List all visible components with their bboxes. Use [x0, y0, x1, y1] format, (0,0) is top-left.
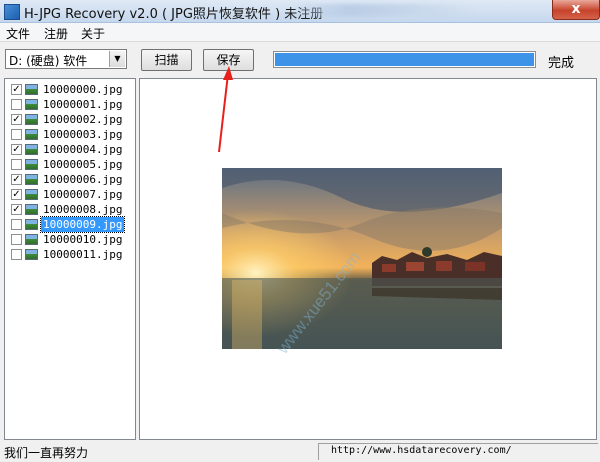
- save-button[interactable]: 保存: [203, 49, 254, 71]
- title-bar: H-JPG Recovery v2.0 ( JPG照片恢复软件 ) 未注册 x: [0, 0, 600, 23]
- file-list-item[interactable]: ✓ 10000002.jpg: [9, 112, 133, 127]
- window-title: H-JPG Recovery v2.0 ( JPG照片恢复软件 ) 未注册: [24, 7, 324, 22]
- file-name: 10000000.jpg: [43, 83, 123, 96]
- image-file-icon: [25, 204, 38, 215]
- image-file-icon: [25, 219, 38, 230]
- blurred-title-region: [286, 4, 476, 17]
- drive-select[interactable]: D: (硬盘) 软件 ▼: [5, 49, 127, 69]
- checkbox[interactable]: [11, 249, 22, 260]
- checkbox[interactable]: ✓: [11, 189, 22, 200]
- status-message: 我们一直再努力: [4, 446, 89, 460]
- chevron-down-icon[interactable]: ▼: [109, 51, 125, 67]
- file-list-item[interactable]: 10000005.jpg: [9, 157, 133, 172]
- file-list-item[interactable]: 10000011.jpg: [9, 247, 133, 262]
- status-label: 完成: [548, 56, 575, 71]
- drive-select-value: D: (硬盘) 软件: [9, 54, 88, 68]
- file-list-item[interactable]: ✓ 10000007.jpg: [9, 187, 133, 202]
- image-file-icon: [25, 99, 38, 110]
- image-file-icon: [25, 159, 38, 170]
- file-list-item[interactable]: 10000009.jpg: [9, 216, 133, 233]
- image-file-icon: [25, 234, 38, 245]
- checkbox[interactable]: [11, 234, 22, 245]
- statusbar-url-panel: http://www.hsdatarecovery.com/: [318, 443, 598, 460]
- image-file-icon: [25, 144, 38, 155]
- checkbox[interactable]: ✓: [11, 204, 22, 215]
- checkbox[interactable]: ✓: [11, 114, 22, 125]
- file-name: 10000002.jpg: [43, 113, 123, 126]
- menu-bar: 文件 注册 关于: [0, 23, 600, 42]
- progress-bar: [273, 51, 536, 68]
- file-name: 10000007.jpg: [43, 188, 123, 201]
- image-file-icon: [25, 189, 38, 200]
- app-icon: [4, 4, 20, 20]
- close-button[interactable]: x: [552, 0, 600, 20]
- file-name: 10000009.jpg: [39, 216, 126, 233]
- checkbox[interactable]: [11, 99, 22, 110]
- scan-button[interactable]: 扫描: [141, 49, 192, 71]
- file-name: 10000006.jpg: [43, 173, 123, 186]
- file-name: 10000004.jpg: [43, 143, 123, 156]
- menu-register[interactable]: 注册: [44, 25, 68, 42]
- file-name: 10000008.jpg: [43, 203, 123, 216]
- file-list-item[interactable]: ✓ 10000004.jpg: [9, 142, 133, 157]
- preview-panel: [139, 78, 597, 440]
- file-name: 10000010.jpg: [43, 233, 123, 246]
- file-list-item[interactable]: ✓ 10000008.jpg: [9, 202, 133, 217]
- checkbox[interactable]: ✓: [11, 84, 22, 95]
- menu-file[interactable]: 文件: [6, 25, 30, 42]
- menu-about[interactable]: 关于: [81, 25, 105, 42]
- progress-fill: [275, 53, 534, 66]
- file-list[interactable]: ✓ 10000000.jpg 10000001.jpg ✓ 10000002.jpg 10…: [4, 78, 136, 440]
- checkbox[interactable]: ✓: [11, 144, 22, 155]
- file-name: 10000011.jpg: [43, 248, 123, 261]
- checkbox[interactable]: [11, 159, 22, 170]
- file-list-item[interactable]: 10000003.jpg: [9, 127, 133, 142]
- image-file-icon: [25, 114, 38, 125]
- checkbox[interactable]: ✓: [11, 174, 22, 185]
- file-list-item[interactable]: 10000010.jpg: [9, 232, 133, 247]
- website-url[interactable]: http://www.hsdatarecovery.com/: [331, 445, 512, 456]
- file-name: 10000005.jpg: [43, 158, 123, 171]
- file-name: 10000001.jpg: [43, 98, 123, 111]
- checkbox[interactable]: [11, 129, 22, 140]
- image-file-icon: [25, 249, 38, 260]
- checkbox[interactable]: [11, 219, 22, 230]
- file-name: 10000003.jpg: [43, 128, 123, 141]
- file-list-item[interactable]: ✓ 10000006.jpg: [9, 172, 133, 187]
- image-file-icon: [25, 174, 38, 185]
- file-list-item[interactable]: ✓ 10000000.jpg: [9, 82, 133, 97]
- image-file-icon: [25, 84, 38, 95]
- image-file-icon: [25, 129, 38, 140]
- preview-image: [222, 168, 502, 349]
- file-list-item[interactable]: 10000001.jpg: [9, 97, 133, 112]
